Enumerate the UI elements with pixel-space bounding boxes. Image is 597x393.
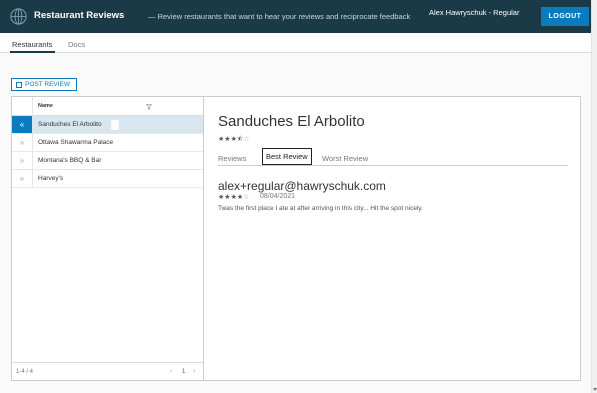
restaurant-list: Name « Sanduches El Arbolito » Ottawa Sh… [12, 97, 204, 380]
user-label: Alex Hawryschuk - Regular [429, 8, 520, 17]
star-empty-icon: ☆ [243, 136, 250, 143]
chevron-double-right-icon[interactable]: » [12, 134, 32, 151]
chevron-right-icon[interactable]: › [193, 368, 195, 375]
chevron-left-icon[interactable]: ‹ [170, 368, 172, 375]
app-tagline: — Review restaurants that want to hear y… [148, 12, 411, 21]
review-text: Twas the first place I ate at after arri… [218, 205, 423, 212]
list-item[interactable]: » Harvey's [12, 170, 203, 188]
tab-reviews[interactable]: Reviews [218, 154, 246, 163]
tab-docs[interactable]: Docs [68, 40, 85, 49]
post-review-label: POST REVIEW [25, 81, 71, 88]
restaurant-name[interactable]: Ottawa Shawarma Palace [38, 139, 113, 146]
tab-restaurants[interactable]: Restaurants [12, 40, 52, 49]
review-tabs: Reviews Best Review Worst Review [218, 148, 568, 166]
scroll-down-icon[interactable] [593, 388, 597, 391]
chevron-double-right-icon[interactable]: » [12, 170, 32, 187]
restaurant-name[interactable]: Sanduches El Arbolito [38, 121, 102, 128]
restaurants-panel: Name « Sanduches El Arbolito » Ottawa Sh… [11, 96, 581, 381]
list-item[interactable]: » Ottawa Shawarma Palace [12, 134, 203, 152]
result-count: 1-4 / 4 [16, 369, 34, 375]
mouse-cursor-icon [111, 120, 119, 130]
restaurant-rating: ★★★⯪☆ [218, 135, 250, 146]
filter-icon[interactable] [146, 104, 152, 110]
nav-tabs: Restaurants Docs [0, 33, 591, 53]
list-item[interactable]: » Montana's BBQ & Bar [12, 152, 203, 170]
list-header: Name [12, 97, 203, 116]
app-title: Restaurant Reviews [34, 10, 125, 21]
list-footer: 1-4 / 4 ‹ 1 › [12, 362, 203, 380]
review-date: 08/04/2021 [260, 193, 296, 200]
page-scrollbar[interactable] [591, 0, 597, 393]
post-review-button[interactable]: POST REVIEW [11, 78, 77, 91]
column-name-header[interactable]: Name [38, 103, 53, 109]
review-author: alex+regular@hawryschuk.com [218, 179, 386, 193]
restaurant-name[interactable]: Montana's BBQ & Bar [38, 157, 101, 164]
active-tab-indicator [10, 51, 55, 53]
star-empty-icon: ☆ [243, 194, 250, 201]
list-item[interactable]: « Sanduches El Arbolito [12, 116, 203, 134]
review-rating: ★★★★☆ [218, 193, 249, 201]
logout-button[interactable]: LOGOUT [541, 7, 589, 26]
app-header: Restaurant Reviews — Review restaurants … [0, 0, 591, 33]
chevron-double-right-icon[interactable]: » [12, 152, 32, 169]
page-number: 1 [182, 369, 186, 375]
tab-best-review[interactable]: Best Review [262, 148, 312, 165]
globe-icon [10, 8, 27, 25]
restaurant-name[interactable]: Harvey's [38, 175, 63, 182]
chevron-double-left-icon[interactable]: « [12, 116, 32, 133]
restaurant-title: Sanduches El Arbolito [218, 113, 365, 130]
edit-icon [16, 81, 22, 88]
tab-worst-review[interactable]: Worst Review [322, 154, 368, 163]
